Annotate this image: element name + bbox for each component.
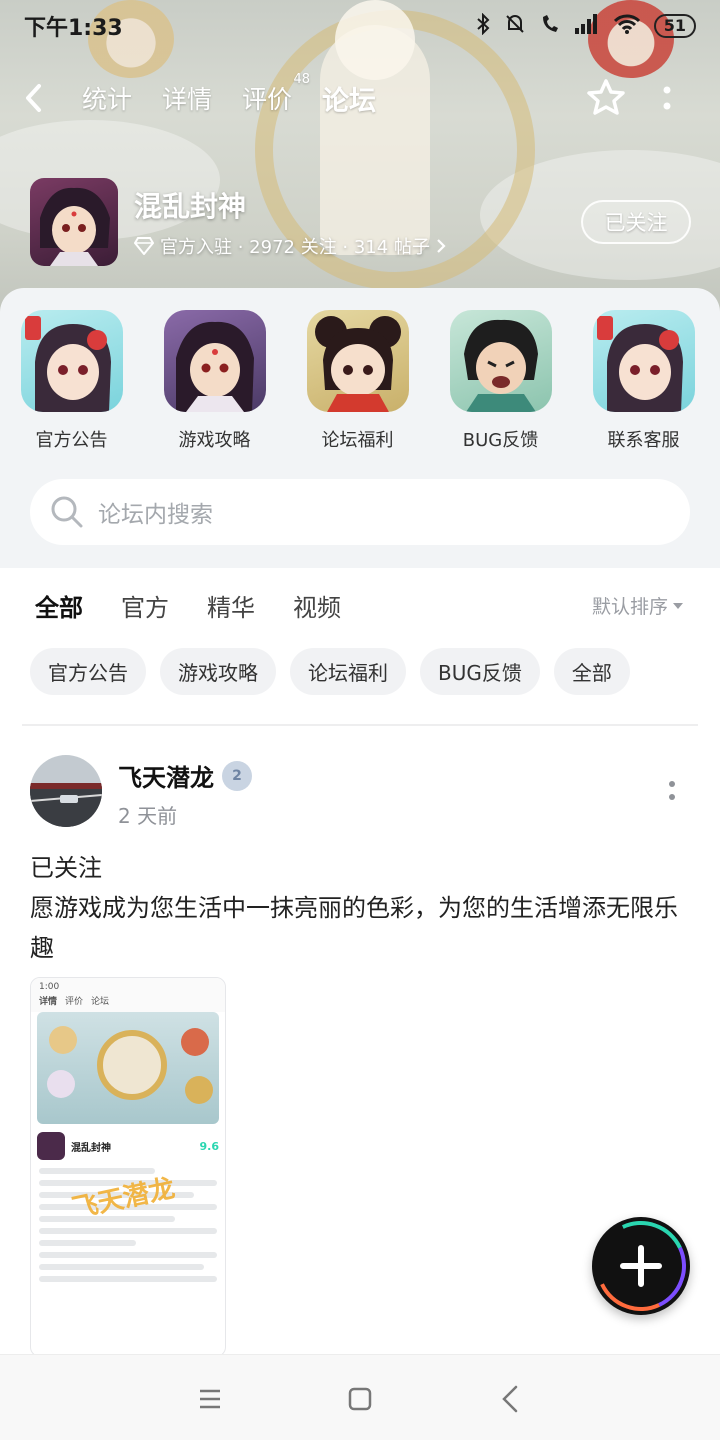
filter-tab-video[interactable]: 视频: [293, 588, 341, 623]
favorite-button[interactable]: [584, 76, 628, 120]
status-bar: 下午1:33 51: [0, 0, 720, 52]
chevron-left-icon: [502, 1385, 518, 1413]
chip-bug-report[interactable]: BUG反馈: [420, 648, 540, 695]
signal-icon: [574, 13, 600, 40]
shortcut-label: BUG反馈: [462, 430, 539, 451]
shortcut-forum-benefits[interactable]: 论坛福利: [286, 310, 429, 452]
shortcut-game-guide[interactable]: 游戏攻略: [143, 310, 286, 452]
shortcut-bug-report[interactable]: BUG反馈: [429, 310, 572, 452]
divider: [22, 724, 698, 726]
official-notice-icon: [20, 310, 123, 412]
username[interactable]: 飞天潜龙: [118, 758, 214, 793]
chevron-left-icon: [26, 84, 41, 112]
forum-info: 混乱封神 官方入驻 · 2972 关注 · 314 帖子 已关注: [30, 178, 691, 266]
image-banner: [37, 1012, 219, 1124]
post-content[interactable]: 已关注 愿游戏成为您生活中一抹亮丽的色彩，为您的生活增添无限乐趣: [30, 848, 690, 968]
filter-tab-all[interactable]: 全部: [35, 588, 83, 629]
post-author: 飞天潜龙 2: [118, 758, 252, 793]
shortcut-official-notice[interactable]: 官方公告: [0, 310, 143, 452]
more-options-button[interactable]: [652, 76, 682, 120]
customer-service-icon: [592, 310, 695, 412]
caret-down-icon: [673, 602, 684, 609]
post-image[interactable]: 1:00 详情 评价 论坛 混乱封神 9.6 飞天潜龙: [30, 977, 226, 1357]
image-score: 9.6: [199, 1139, 220, 1153]
home-button[interactable]: [340, 1381, 380, 1417]
bug-report-icon: [449, 310, 552, 412]
chip-official-notice[interactable]: 官方公告: [30, 648, 146, 695]
tab-forum[interactable]: 论坛: [320, 79, 379, 124]
tab-details[interactable]: 详情: [162, 80, 212, 116]
post-filter-bar: 全部 官方 精华 视频 默认排序: [0, 568, 720, 648]
tab-stats[interactable]: 统计: [82, 80, 132, 116]
level-badge: 2: [222, 760, 252, 791]
image-tab-forum: 论坛: [91, 997, 110, 1007]
image-game-name: 混乱封神: [71, 1142, 111, 1154]
wifi-icon: [613, 13, 640, 40]
level-badge-text: 2: [232, 767, 242, 784]
forum-stats-text: 官方入驻 · 2972 关注 · 314 帖子: [160, 237, 430, 258]
chip-game-guide[interactable]: 游戏攻略: [160, 648, 276, 695]
bluetooth-icon: [476, 12, 490, 40]
filter-tab-official[interactable]: 官方: [121, 588, 169, 623]
post-more-button[interactable]: [660, 776, 684, 806]
post-title: 已关注: [30, 854, 102, 882]
create-post-button[interactable]: [592, 1217, 690, 1315]
diamond-icon: [134, 237, 154, 255]
follow-button[interactable]: 已关注: [581, 200, 691, 244]
sort-label: 默认排序: [592, 596, 669, 618]
recent-apps-button[interactable]: [190, 1381, 230, 1417]
shortcut-label: 官方公告: [35, 430, 108, 451]
system-back-button[interactable]: [490, 1381, 530, 1417]
square-icon: [348, 1387, 372, 1411]
more-vertical-icon: [663, 86, 671, 110]
battery-indicator: 51: [653, 14, 696, 38]
post-filter-tabs: 全部 官方 精华 视频: [35, 588, 341, 629]
mute-bell-icon: [504, 13, 526, 40]
detail-tabs: 统计 详情 评价 48 论坛: [82, 72, 379, 124]
image-status-time: 1:00: [39, 982, 60, 992]
image-tab-details: 详情: [39, 997, 58, 1007]
chip-all[interactable]: 全部: [553, 648, 630, 695]
shortcut-label: 论坛福利: [321, 430, 394, 451]
search-placeholder: 论坛内搜索: [98, 502, 213, 528]
filter-tab-featured[interactable]: 精华: [207, 588, 255, 623]
chevron-right-icon: [437, 239, 446, 253]
forum-title: 混乱封神: [134, 190, 247, 223]
game-logo[interactable]: [30, 178, 118, 266]
sort-dropdown[interactable]: 默认排序: [592, 592, 684, 619]
shortcut-label: 游戏攻略: [178, 430, 251, 451]
plus-icon: [620, 1245, 662, 1287]
review-count-badge: 48: [293, 72, 311, 87]
back-button[interactable]: [24, 70, 80, 126]
more-vertical-icon: [669, 781, 675, 800]
search-icon: [51, 496, 83, 528]
category-chips: 官方公告 游戏攻略 论坛福利 BUG反馈 全部: [30, 648, 630, 695]
tab-reviews[interactable]: 评价 48: [242, 72, 310, 116]
shortcut-label: 联系客服: [607, 430, 680, 451]
call-icon: [540, 13, 560, 40]
image-tab-reviews: 评价: [65, 997, 84, 1007]
shortcut-customer-service[interactable]: 联系客服: [572, 310, 715, 452]
forum-stats[interactable]: 官方入驻 · 2972 关注 · 314 帖子: [134, 233, 446, 259]
avatar[interactable]: [30, 755, 102, 827]
chip-forum-benefits[interactable]: 论坛福利: [290, 648, 406, 695]
forum-header-banner: 下午1:33 51 统计 详情 评价 48 论坛 混乱封神 官方入驻 · 297…: [0, 0, 720, 330]
menu-icon: [200, 1389, 220, 1409]
shortcut-grid: 官方公告 游戏攻略 论坛福利 BUG反馈 联系客服: [0, 310, 720, 452]
status-time: 下午1:33: [24, 16, 123, 41]
top-navigation: 统计 详情 评价 48 论坛: [0, 70, 720, 126]
forum-benefits-icon: [306, 310, 409, 412]
tab-reviews-label: 评价: [242, 85, 293, 114]
system-navigation-bar: [0, 1354, 720, 1440]
star-icon: [587, 79, 625, 115]
post-timestamp: 2 天前: [118, 804, 178, 828]
post-text: 愿游戏成为您生活中一抹亮丽的色彩，为您的生活增添无限乐趣: [30, 894, 678, 962]
search-input[interactable]: 论坛内搜索: [30, 479, 690, 545]
game-guide-icon: [163, 310, 266, 412]
forum-sections-panel: 官方公告 游戏攻略 论坛福利 BUG反馈 联系客服 论坛内搜索: [0, 288, 720, 568]
